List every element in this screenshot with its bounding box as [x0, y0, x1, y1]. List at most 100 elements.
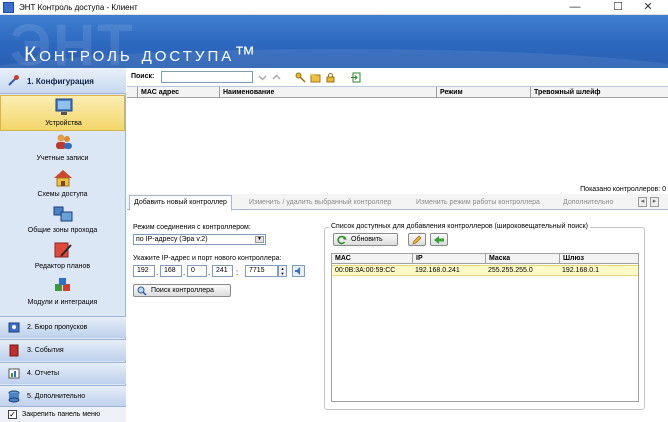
tab-strip: Добавить новый контроллер Изменить / уда…: [127, 194, 668, 211]
events-icon: [9, 344, 19, 357]
sidebar-item-label: Схемы доступа: [37, 191, 88, 198]
column-header-ip[interactable]: IP: [412, 254, 485, 264]
table-row[interactable]: 00:0B:3A:00:59:CC 192.168.0.241 255.255.…: [332, 265, 638, 276]
port-input[interactable]: 7715: [245, 265, 278, 277]
sidebar-item-common-zones[interactable]: Общие зоны прохода: [0, 203, 125, 239]
row-gateway: 192.168.0.1: [562, 267, 599, 274]
sidebar-section-additional[interactable]: 5. Дополнительно: [0, 385, 126, 407]
sidebar-section-label: 1. Конфигурация: [27, 77, 94, 86]
tab-additional[interactable]: Дополнительно: [559, 196, 617, 210]
column-header-mode[interactable]: Режим: [436, 87, 530, 98]
sound-icon[interactable]: [292, 265, 305, 277]
close-button[interactable]: ✕: [628, 0, 668, 15]
discovery-group-title: Список доступных для добавления контролл…: [329, 223, 591, 230]
refresh-button[interactable]: Обновить: [333, 233, 398, 246]
window-title: ЭНТ Контроль доступа - Клиент: [19, 3, 138, 12]
edit-button[interactable]: [408, 233, 426, 246]
row-mac: 00:0B:3A:00:59:CC: [335, 267, 396, 274]
sidebar-section-label: 4. Отчеты: [27, 370, 59, 377]
sidebar-section-passes[interactable]: 2. Бюро пропусков: [0, 316, 126, 338]
sidebar-item-access-schemes[interactable]: Схемы доступа: [0, 167, 125, 203]
key-icon[interactable]: [295, 72, 306, 83]
sidebar-section-label: 2. Бюро пропусков: [27, 324, 88, 331]
sidebar-item-plan-editor[interactable]: Редактор планов: [0, 239, 125, 275]
controllers-table-header: МАС адрес Наименование Режим Тревожный ш…: [127, 87, 668, 98]
row-ip: 192.168.0.241: [415, 267, 460, 274]
magnifier-icon: [137, 286, 147, 296]
column-header-alarm-loop[interactable]: Тревожный шлейф: [530, 87, 668, 98]
tab-add-controller[interactable]: Добавить новый контроллер: [129, 195, 232, 211]
discovered-controllers-table[interactable]: МАС IP Маска Шлюз 00:0B:3A:00:59:CC 192.…: [331, 253, 639, 402]
column-header-gateway[interactable]: Шлюз: [559, 254, 638, 264]
lock-icon[interactable]: [325, 72, 336, 83]
controllers-count: Показано контроллеров: 0: [580, 186, 666, 193]
tab-scroll-left-icon[interactable]: ◂: [638, 197, 647, 207]
sidebar: 1. Конфигурация Устройства Учетные запис…: [0, 68, 126, 422]
ip-octet-4-input[interactable]: 241: [212, 265, 233, 277]
connection-mode-value: по IP-адресу (Эра v.2): [136, 236, 208, 243]
export-icon[interactable]: [350, 72, 361, 83]
sidebar-section-label: 5. Дополнительно: [27, 393, 86, 400]
sidebar-item-devices[interactable]: Устройства: [0, 95, 125, 131]
app-banner: ЭНТ Контроль доступа™: [0, 15, 668, 68]
app-icon: [3, 2, 14, 13]
sidebar-section-reports[interactable]: 4. Отчеты: [0, 362, 126, 384]
port-separator: :: [236, 268, 239, 277]
sidebar-section-events[interactable]: 3. События: [0, 339, 126, 361]
search-input[interactable]: [161, 71, 253, 83]
tab-edit-controller[interactable]: Изменить / удалить выбранный контроллер: [245, 196, 395, 210]
database-icon: [8, 390, 20, 403]
arrow-left-icon: [434, 236, 444, 244]
sidebar-item-label: Модули и интеграция: [27, 299, 98, 306]
folder-key-icon[interactable]: [310, 72, 321, 83]
tab-change-mode[interactable]: Изменить режим работы контроллера: [412, 196, 544, 210]
users-icon: [56, 134, 72, 149]
plan-editor-icon: [54, 242, 72, 258]
connection-mode-label: Режим соединения с контроллером:: [133, 224, 251, 231]
sidebar-item-accounts[interactable]: Учетные записи: [0, 131, 125, 167]
refresh-label: Обновить: [351, 236, 383, 243]
search-controller-button[interactable]: Поиск контроллера: [133, 284, 231, 297]
monitor-icon: [55, 98, 73, 115]
pin-menu-toggle[interactable]: ✓ Закрепить панель меню: [0, 406, 126, 422]
pin-menu-label: Закрепить панель меню: [22, 411, 101, 418]
column-header-mac[interactable]: МАС адрес: [137, 87, 219, 98]
search-controller-label: Поиск контроллера: [151, 287, 214, 294]
column-header-mask[interactable]: Маска: [485, 254, 559, 264]
sidebar-item-label: Общие зоны прохода: [27, 227, 98, 234]
search-label: Поиск:: [131, 73, 155, 80]
ip-separator: .: [208, 268, 211, 277]
search-next-icon[interactable]: [257, 72, 268, 83]
zones-icon: [53, 206, 73, 222]
ip-octet-1-input[interactable]: 192: [133, 265, 155, 277]
port-stepper[interactable]: ▲ ▼: [278, 265, 287, 277]
sidebar-item-label: Редактор планов: [34, 263, 91, 270]
connection-mode-select[interactable]: по IP-адресу (Эра v.2) ▼: [133, 234, 266, 245]
minimize-button[interactable]: —: [555, 0, 595, 15]
row-mask: 255.255.255.0: [488, 267, 533, 274]
sidebar-item-label: Устройства: [45, 120, 82, 127]
column-header-mac[interactable]: МАС: [332, 254, 412, 264]
ip-octet-2-input[interactable]: 168: [160, 265, 182, 277]
ip-separator: .: [156, 268, 159, 277]
title-bar: ЭНТ Контроль доступа - Клиент — ☐ ✕: [0, 0, 668, 15]
controllers-table[interactable]: МАС адрес Наименование Режим Тревожный ш…: [127, 86, 668, 193]
app-brand: Контроль доступа™: [24, 43, 259, 66]
tab-scroll-right-icon[interactable]: ▸: [650, 197, 659, 207]
wrench-icon: [8, 75, 19, 86]
column-header-name[interactable]: Наименование: [219, 87, 436, 98]
search-prev-icon[interactable]: [271, 72, 282, 83]
back-button[interactable]: [430, 233, 448, 246]
sidebar-item-modules[interactable]: Модули и интеграция: [0, 275, 125, 311]
sidebar-section-label: 3. События: [27, 347, 64, 354]
ip-octet-3-input[interactable]: 0: [187, 265, 207, 277]
chevron-down-icon[interactable]: ▼: [255, 236, 264, 243]
toolbar: Поиск:: [127, 70, 668, 85]
ip-port-label: Укажите IP-адрес и порт нового контролле…: [133, 255, 282, 262]
sidebar-section-configuration[interactable]: 1. Конфигурация: [0, 68, 126, 94]
pencil-icon: [412, 235, 422, 245]
pin-menu-checkbox[interactable]: ✓: [8, 410, 17, 419]
refresh-icon: [337, 235, 347, 245]
modules-icon: [55, 278, 70, 291]
house-icon: [54, 170, 72, 187]
